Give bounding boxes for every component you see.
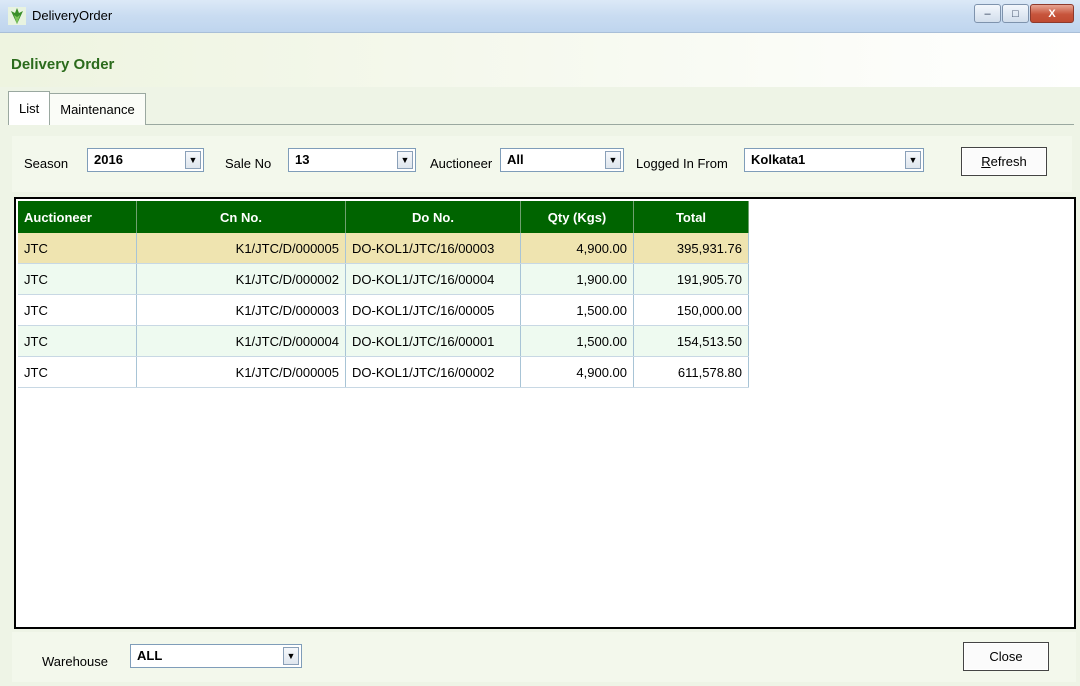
close-window-button[interactable]: X [1030, 4, 1074, 23]
page-title: Delivery Order [11, 56, 115, 73]
leaf-app-icon [8, 7, 26, 25]
tab-list[interactable]: List [8, 91, 51, 125]
cell-do-no[interactable]: DO-KOL1/JTC/16/00003 [345, 233, 521, 264]
cell-total[interactable]: 395,931.76 [633, 233, 749, 264]
filter-bar: Season 2016 ▼ Sale No 13 ▼ Auctioneer Al… [12, 136, 1072, 192]
season-select[interactable]: 2016 ▼ [87, 148, 204, 172]
logged-in-from-value: Kolkata1 [751, 152, 806, 167]
table-row[interactable]: JTC K1/JTC/D/000003 DO-KOL1/JTC/16/00005… [18, 294, 749, 326]
cell-total[interactable]: 150,000.00 [633, 294, 749, 326]
close-icon: X [1048, 7, 1056, 20]
sale-no-label: Sale No [225, 156, 272, 171]
tab-maintenance-label: Maintenance [60, 102, 135, 117]
cell-total[interactable]: 191,905.70 [633, 263, 749, 295]
column-header-cn-no[interactable]: Cn No. [136, 201, 346, 233]
cell-cn-no[interactable]: K1/JTC/D/000004 [136, 325, 346, 357]
warehouse-label: Warehouse [42, 654, 108, 669]
chevron-down-icon[interactable]: ▼ [283, 647, 299, 665]
refresh-label: Refresh [981, 154, 1027, 169]
warehouse-select[interactable]: ALL ▼ [130, 644, 302, 668]
chevron-down-icon[interactable]: ▼ [185, 151, 201, 169]
close-button-label: Close [989, 649, 1023, 664]
cell-total[interactable]: 154,513.50 [633, 325, 749, 357]
sale-no-select[interactable]: 13 ▼ [288, 148, 416, 172]
table-row[interactable]: JTC K1/JTC/D/000004 DO-KOL1/JTC/16/00001… [18, 325, 749, 357]
delivery-order-table: Auctioneer Cn No. Do No. Qty (Kgs) Total… [18, 201, 749, 388]
logged-in-from-label: Logged In From [636, 156, 728, 171]
cell-cn-no[interactable]: K1/JTC/D/000002 [136, 263, 346, 295]
cell-do-no[interactable]: DO-KOL1/JTC/16/00005 [345, 294, 521, 326]
title-bar: DeliveryOrder – □ X [0, 0, 1080, 33]
season-value: 2016 [94, 152, 123, 167]
table-row[interactable]: JTC K1/JTC/D/000005 DO-KOL1/JTC/16/00002… [18, 356, 749, 388]
cell-cn-no[interactable]: K1/JTC/D/000005 [136, 356, 346, 388]
window-controls: – □ X [973, 4, 1074, 23]
cell-auctioneer[interactable]: JTC [18, 356, 137, 388]
season-label: Season [24, 156, 69, 171]
auctioneer-label: Auctioneer [430, 156, 493, 171]
cell-do-no[interactable]: DO-KOL1/JTC/16/00002 [345, 356, 521, 388]
auctioneer-select[interactable]: All ▼ [500, 148, 624, 172]
column-header-auctioneer[interactable]: Auctioneer [18, 201, 137, 233]
column-header-total[interactable]: Total [633, 201, 749, 233]
sale-no-value: 13 [295, 152, 310, 167]
delivery-order-window: DeliveryOrder – □ X Delivery Order List … [0, 0, 1080, 686]
cell-qty[interactable]: 1,900.00 [520, 263, 634, 295]
table-row[interactable]: JTC K1/JTC/D/000005 DO-KOL1/JTC/16/00003… [18, 233, 749, 264]
tab-maintenance[interactable]: Maintenance [50, 93, 146, 125]
chevron-down-icon[interactable]: ▼ [605, 151, 621, 169]
cell-auctioneer[interactable]: JTC [18, 233, 137, 264]
footer-bar: Warehouse ALL ▼ Close [12, 632, 1076, 682]
column-header-do-no[interactable]: Do No. [345, 201, 521, 233]
cell-qty[interactable]: 4,900.00 [520, 356, 634, 388]
logged-in-from-select[interactable]: Kolkata1 ▼ [744, 148, 924, 172]
chevron-down-icon[interactable]: ▼ [397, 151, 413, 169]
cell-auctioneer[interactable]: JTC [18, 294, 137, 326]
cell-cn-no[interactable]: K1/JTC/D/000003 [136, 294, 346, 326]
minimize-icon: – [984, 7, 991, 20]
refresh-label-rest: efresh [990, 154, 1027, 169]
cell-qty[interactable]: 1,500.00 [520, 294, 634, 326]
maximize-icon: □ [1012, 7, 1019, 20]
cell-auctioneer[interactable]: JTC [18, 263, 137, 295]
cell-total[interactable]: 611,578.80 [633, 356, 749, 388]
delivery-order-grid[interactable]: Auctioneer Cn No. Do No. Qty (Kgs) Total… [14, 197, 1076, 629]
maximize-button[interactable]: □ [1002, 4, 1029, 23]
cell-cn-no[interactable]: K1/JTC/D/000005 [136, 233, 346, 264]
refresh-mnemonic: R [981, 154, 991, 169]
tab-strip-divider [8, 124, 1074, 125]
grid-header-row: Auctioneer Cn No. Do No. Qty (Kgs) Total [18, 201, 749, 233]
chevron-down-icon[interactable]: ▼ [905, 151, 921, 169]
minimize-button[interactable]: – [974, 4, 1001, 23]
tab-strip: List Maintenance [8, 91, 146, 125]
page-header: Delivery Order [0, 33, 1080, 87]
window-title: DeliveryOrder [32, 8, 113, 23]
cell-do-no[interactable]: DO-KOL1/JTC/16/00001 [345, 325, 521, 357]
cell-auctioneer[interactable]: JTC [18, 325, 137, 357]
cell-do-no[interactable]: DO-KOL1/JTC/16/00004 [345, 263, 521, 295]
tab-list-label: List [19, 101, 40, 116]
table-row[interactable]: JTC K1/JTC/D/000002 DO-KOL1/JTC/16/00004… [18, 263, 749, 295]
cell-qty[interactable]: 4,900.00 [520, 233, 634, 264]
close-button[interactable]: Close [963, 642, 1049, 671]
auctioneer-value: All [507, 152, 524, 167]
refresh-button[interactable]: Refresh [961, 147, 1047, 176]
warehouse-value: ALL [137, 648, 163, 663]
cell-qty[interactable]: 1,500.00 [520, 325, 634, 357]
column-header-qty[interactable]: Qty (Kgs) [520, 201, 634, 233]
